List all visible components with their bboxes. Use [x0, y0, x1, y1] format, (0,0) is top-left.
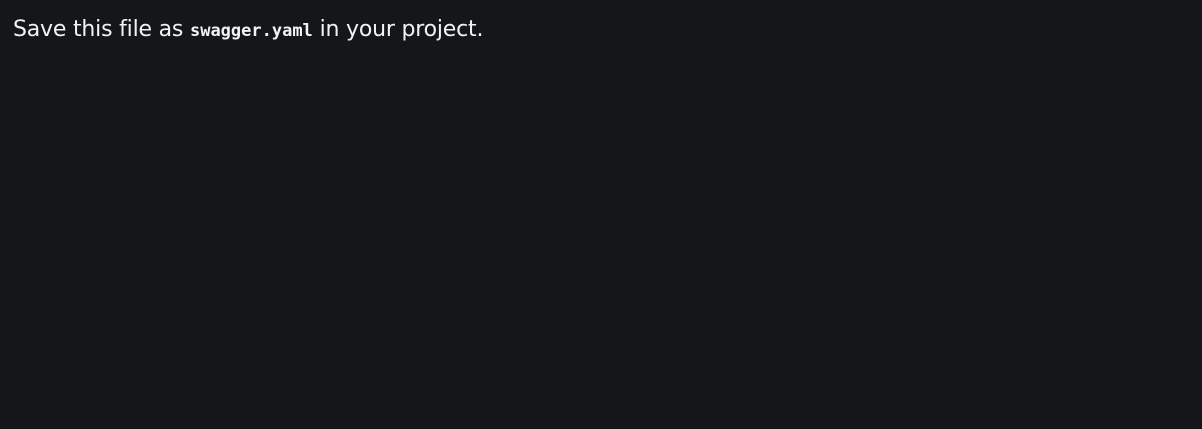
filename-code: swagger.yaml	[189, 21, 313, 41]
page-canvas: Save this file as swagger.yaml in your p…	[0, 0, 1202, 429]
instruction-suffix: in your project.	[312, 17, 484, 42]
save-instruction-text: Save this file as swagger.yaml in your p…	[13, 14, 483, 47]
instruction-prefix: Save this file as	[13, 17, 190, 42]
